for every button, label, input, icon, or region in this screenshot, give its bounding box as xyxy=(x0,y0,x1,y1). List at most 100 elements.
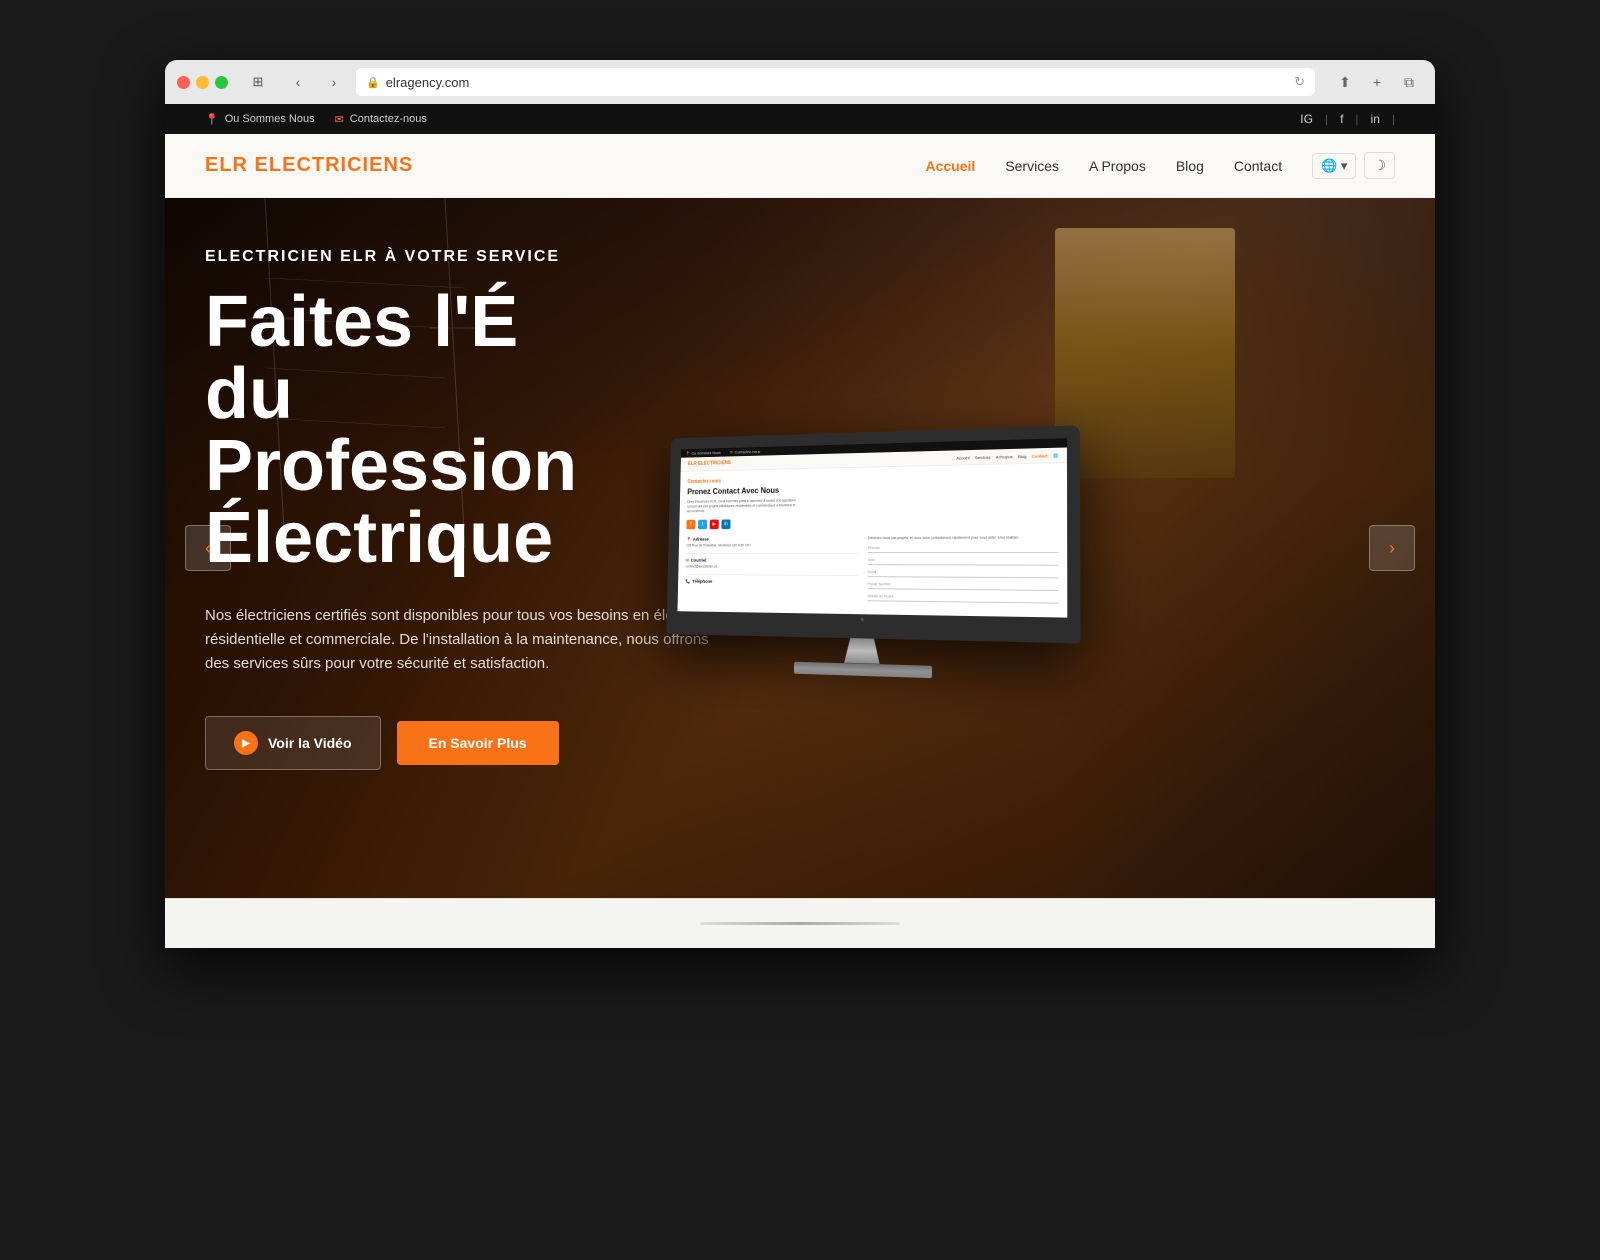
browser-window: ⊞ ‹ › 🔒 elragency.com ↻ ⬆ + ⧉ 📍 Ou Somme… xyxy=(165,60,1435,948)
maximize-button[interactable] xyxy=(215,76,228,89)
inner-tw-icon: t xyxy=(698,519,707,529)
divider2: | xyxy=(1355,112,1358,126)
prev-arrow[interactable]: ‹ xyxy=(185,525,231,571)
inner-field-phone: Phone Number xyxy=(868,582,1059,591)
address-dot: 📍 xyxy=(686,537,691,543)
phone-dot: 📞 xyxy=(685,579,690,585)
location-item[interactable]: 📍 Ou Sommes Nous xyxy=(205,113,315,126)
inner-nav-services: Services xyxy=(975,454,991,459)
hero-section: ELECTRICIEN ELR À VOTRE SERVICE Faites l… xyxy=(165,198,1435,898)
bottom-bar xyxy=(165,898,1435,948)
inner-contact-desc: Chez Electricien ELR, nous sommes prêts … xyxy=(687,498,797,513)
forward-button[interactable]: › xyxy=(320,68,348,96)
savoir-button[interactable]: En Savoir Plus xyxy=(397,721,559,765)
inner-menu-icon: ≡ xyxy=(861,617,864,623)
nav-services[interactable]: Services xyxy=(1005,158,1059,174)
inner-logo: ELR ELECTRICIENS xyxy=(688,460,731,467)
nav-contact[interactable]: Contact xyxy=(1234,158,1282,174)
instagram-icon[interactable]: IG xyxy=(1296,110,1317,128)
browser-actions: ⬆ + ⧉ xyxy=(1331,68,1423,96)
divider1: | xyxy=(1325,112,1328,126)
inner-field-details: Détails du Projet xyxy=(867,594,1058,603)
linkedin-icon[interactable]: in xyxy=(1367,110,1384,128)
divider3: | xyxy=(1392,112,1395,126)
inner-field-email: Email xyxy=(868,570,1059,578)
inner-address-label: Adresse xyxy=(693,537,709,542)
back-button[interactable]: ‹ xyxy=(284,68,312,96)
address-bar[interactable]: 🔒 elragency.com ↻ xyxy=(356,68,1315,96)
inner-info-column: 📍 Adresse 123 Rue de l'Industrie, Montré… xyxy=(685,536,859,606)
nav-accueil[interactable]: Accueil xyxy=(926,158,976,174)
inner-fb-icon: f xyxy=(686,519,695,529)
inner-nav-globe: 🌐 xyxy=(1053,452,1058,457)
hero-title-line1: Faites l'É xyxy=(205,286,775,358)
monitor-container: 📍 Ou Sommes Nous ✉ Contactez-nous ELR EL… xyxy=(666,425,1081,682)
inner-contact-columns: 📍 Adresse 123 Rue de l'Industrie, Montré… xyxy=(685,535,1059,609)
close-button[interactable] xyxy=(177,76,190,89)
hero-title-line2: du xyxy=(205,358,775,430)
top-bar: 📍 Ou Sommes Nous ✉ Contactez-nous IG | f… xyxy=(165,104,1435,134)
hero-subtitle: ELECTRICIEN ELR À VOTRE SERVICE xyxy=(205,248,775,266)
inner-nav-links: Accueil Services A Propos Blog Contact 🌐 xyxy=(956,452,1058,460)
next-icon: › xyxy=(1389,538,1395,559)
location-label: Ou Sommes Nous xyxy=(225,113,315,125)
top-bar-right: IG | f | in | xyxy=(1296,110,1395,128)
sidebar-toggle-button[interactable]: ⊞ xyxy=(244,68,272,96)
monitor-screen: 📍 Ou Sommes Nous ✉ Contactez-nous ELR EL… xyxy=(666,425,1080,643)
inner-nav-accueil: Accueil xyxy=(956,455,969,460)
main-nav: ELR ELECTRICIENS Accueil Services A Prop… xyxy=(165,134,1435,198)
inner-contact-topbar: Contactez-nous xyxy=(735,449,761,454)
inner-email-value: contact@electricien.ca xyxy=(686,564,858,569)
play-icon: ▶ xyxy=(234,731,258,755)
prev-icon: ‹ xyxy=(205,538,211,559)
next-arrow[interactable]: › xyxy=(1369,525,1415,571)
inner-field-prenom: Prénom xyxy=(868,545,1059,552)
bottom-divider xyxy=(700,922,900,925)
inner-email-label: Courriel xyxy=(691,558,707,563)
new-tab-button[interactable]: + xyxy=(1363,68,1391,96)
hero-description: Nos électriciens certifiés sont disponib… xyxy=(205,604,725,676)
video-label: Voir la Vidéo xyxy=(268,735,352,751)
inner-nav-blog: Blog xyxy=(1018,453,1026,458)
inner-address-item: 📍 Adresse 123 Rue de l'Industrie, Montré… xyxy=(686,536,858,547)
hero-buttons: ▶ Voir la Vidéo En Savoir Plus xyxy=(205,716,775,770)
inner-yt-icon: ▶ xyxy=(710,519,719,529)
savoir-label: En Savoir Plus xyxy=(429,735,527,751)
nav-links: Accueil Services A Propos Blog Contact 🌐… xyxy=(926,152,1396,179)
lock-icon: 🔒 xyxy=(366,76,380,89)
site-logo[interactable]: ELR ELECTRICIENS xyxy=(205,154,413,177)
website: 📍 Ou Sommes Nous ✉ Contactez-nous IG | f… xyxy=(165,104,1435,948)
inner-location: Ou Sommes Nous xyxy=(692,450,721,456)
darkmode-button[interactable]: ☽ xyxy=(1364,152,1395,179)
traffic-lights xyxy=(177,76,228,89)
monitor-stand-neck xyxy=(832,637,891,664)
share-button[interactable]: ⬆ xyxy=(1331,68,1359,96)
inner-form-column: Décrivez-nous vos projets, et nous vous … xyxy=(867,535,1058,609)
refresh-icon[interactable]: ↻ xyxy=(1294,74,1305,90)
tabs-button[interactable]: ⧉ xyxy=(1395,68,1423,96)
minimize-button[interactable] xyxy=(196,76,209,89)
inner-field-nom: Nom xyxy=(868,558,1059,566)
inner-nav-apropos: A Propos xyxy=(996,454,1013,460)
contact-label: Contactez-nous xyxy=(350,113,427,125)
inner-contact-page: Contactez-nous Prenez Contact Avec Nous … xyxy=(677,463,1067,617)
email-icon: ✉ xyxy=(335,113,344,126)
inner-form-desc: Décrivez-nous vos projets, et nous vous … xyxy=(868,535,1058,541)
location-icon: 📍 xyxy=(205,113,219,126)
language-button[interactable]: 🌐 ▾ xyxy=(1312,153,1356,179)
nav-extras: 🌐 ▾ ☽ xyxy=(1312,152,1395,179)
inner-phone-label: Téléphone xyxy=(692,579,712,584)
inner-nav-contact: Contact xyxy=(1032,453,1048,459)
inner-address-value: 123 Rue de l'Industrie, Montréal, QC H2K… xyxy=(686,543,858,547)
browser-titlebar: ⊞ ‹ › 🔒 elragency.com ↻ ⬆ + ⧉ xyxy=(165,60,1435,104)
inner-phone-item: 📞 Téléphone xyxy=(685,579,858,586)
nav-blog[interactable]: Blog xyxy=(1176,158,1204,174)
inner-in-icon: in xyxy=(721,519,730,529)
nav-apropos[interactable]: A Propos xyxy=(1089,158,1146,174)
contact-item[interactable]: ✉ Contactez-nous xyxy=(335,113,427,126)
facebook-icon[interactable]: f xyxy=(1336,110,1347,128)
inner-email-item: ✉ Courriel contact@electricien.ca xyxy=(686,558,859,569)
video-button[interactable]: ▶ Voir la Vidéo xyxy=(205,716,381,770)
inner-website: 📍 Ou Sommes Nous ✉ Contactez-nous ELR EL… xyxy=(677,438,1067,630)
email-dot: ✉ xyxy=(686,558,689,564)
